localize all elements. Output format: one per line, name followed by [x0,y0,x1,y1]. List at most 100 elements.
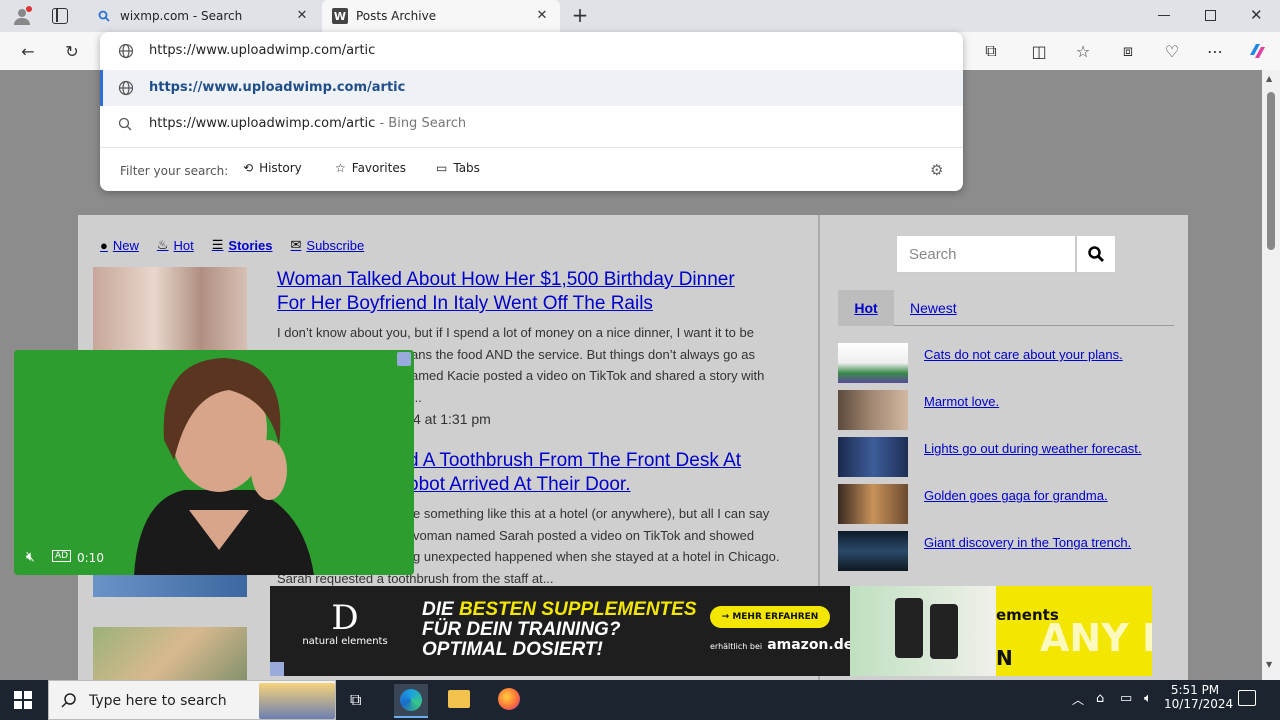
site-favicon: W [332,8,348,24]
sidebar-item[interactable]: Lights go out during weather forecast. [838,437,1178,477]
show-hidden-icons[interactable]: ︿ [1072,691,1084,708]
sidebar-item[interactable]: Giant discovery in the Tonga trench. [838,531,1178,571]
story-thumbnail[interactable] [93,267,247,351]
posts-nav: ● New ♨ Hot ☰ Stories ✉ Subscribe [100,237,364,253]
settings-more-icon[interactable]: ⋯ [1204,40,1226,62]
close-tab-icon[interactable]: ✕ [294,8,310,24]
edge-taskbar-icon[interactable] [394,684,428,718]
search-highlight-icon [259,683,335,719]
globe-icon [118,80,134,100]
suggestion-url[interactable]: https://www.uploadwimp.com/artic [100,70,963,106]
nav-subscribe[interactable]: ✉ Subscribe [291,237,365,253]
story-date: 4 at 1:31 pm [413,411,491,427]
item-thumbnail [838,390,908,430]
item-thumbnail [838,343,908,383]
banner-ad[interactable]: D natural elements DIE BESTEN SUPPLEMENT… [270,586,1152,676]
brand-logo: D natural elements [300,600,390,647]
address-text: https://www.uploadwimp.com/artic [149,43,376,58]
more-info-button[interactable]: → MEHR ERFAHREN [710,606,830,628]
sidebar-search-input[interactable]: Search [896,235,1076,273]
taskbar-clock[interactable]: 5:51 PM 10/17/2024 [1164,683,1233,711]
anyrun-watermark: ANY RUN [1040,616,1152,660]
back-icon[interactable]: ← [17,40,39,62]
story-thumbnail[interactable] [93,627,247,680]
network-icon[interactable]: ⌂ [1096,691,1104,706]
ad-choices-icon[interactable] [397,352,411,366]
sidebar-item[interactable]: Cats do not care about your plans. [838,343,1178,383]
tab-strip: wixmp.com - Search ✕ W Posts Archive ✕ +… [0,0,1280,32]
start-button[interactable] [14,691,32,709]
list-icon: ☰ [211,237,224,252]
sidebar-tabs: Hot Newest [838,290,1174,326]
close-tab-icon[interactable]: ✕ [534,8,550,24]
taskbar-search[interactable]: Type here to search [48,680,336,720]
profile-icon[interactable] [12,6,32,26]
filter-tabs[interactable]: ▭ Tabs [436,161,480,175]
scroll-up-arrow[interactable]: ▲ [1266,74,1272,83]
refresh-icon[interactable]: ↻ [61,40,83,62]
ethernet-icon[interactable]: ▭ [1120,691,1132,706]
scroll-down-arrow[interactable]: ▼ [1266,660,1272,669]
extensions-icon[interactable]: ⧉ [980,40,1002,62]
file-explorer-icon[interactable] [448,690,470,708]
story-title[interactable]: Woman Talked About How Her $1,500 Birthd… [277,268,735,316]
close-window-button[interactable]: ✕ [1250,6,1263,24]
tab-title: wixmp.com - Search [120,9,243,23]
nav-new[interactable]: ● New [100,237,139,253]
sidebar-item[interactable]: Golden goes gaga for grandma. [838,484,1178,524]
search-filter-bar: Filter your search: ⟲ History ☆ Favorites … [100,147,963,191]
tabs-icon: ▭ [436,161,448,175]
new-tab-button[interactable]: + [570,4,590,26]
globe-icon [118,43,134,63]
tab-search[interactable]: wixmp.com - Search ✕ [86,0,320,32]
nav-stories[interactable]: ☰ Stories [212,237,273,253]
mail-icon: ✉ [290,237,302,252]
notification-icon[interactable] [1238,690,1256,706]
scrollbar-thumb[interactable] [1267,92,1275,250]
video-time: 0:10 [77,551,104,565]
address-bar[interactable]: https://www.uploadwimp.com/artic [100,32,963,70]
search-icon [61,692,77,712]
search-button[interactable] [1076,235,1116,273]
item-thumbnail [838,531,908,571]
item-thumbnail [838,437,908,477]
star-icon: ☆ [335,161,346,175]
product-image [850,586,996,676]
clock-icon: ● [100,237,108,253]
filter-history[interactable]: ⟲ History [243,161,302,175]
firefox-icon[interactable] [498,688,520,710]
split-screen-icon[interactable]: ◫ [1028,40,1050,62]
taskbar: Type here to search ⧉ ︿ ⌂ ▭ 🔈︎ 5:51 PM 1… [0,680,1280,720]
brand-mark-icon: D [331,598,359,638]
nav-hot[interactable]: ♨ Hot [157,237,194,253]
favorites-icon[interactable]: ☆ [1072,40,1094,62]
maximize-button[interactable] [1205,10,1216,21]
copilot-icon[interactable] [1246,40,1268,62]
gear-icon[interactable]: ⚙ [930,161,943,179]
mute-icon[interactable]: 🔇︎ [26,549,35,565]
collections-icon[interactable]: ⧈ [1117,40,1139,62]
filter-favorites[interactable]: ☆ Favorites [335,161,406,175]
banner-headline: DIE BESTEN SUPPLEMENTES FÜR DEIN TRAININ… [422,599,697,660]
story-title[interactable]: d A Toothbrush From The Front Desk At ob… [408,449,741,497]
tab-newest[interactable]: Newest [910,290,957,326]
item-thumbnail [838,484,908,524]
video-frame [14,350,414,575]
tab-posts-archive[interactable]: W Posts Archive ✕ [322,0,560,32]
suggestion-search[interactable]: https://www.uploadwimp.com/artic - Bing … [100,106,963,142]
volume-icon[interactable]: 🔈︎ [1144,691,1152,706]
sidebar-item[interactable]: Marmot love. [838,390,1178,430]
search-icon [1088,246,1104,262]
task-view-icon[interactable]: ⧉ [350,690,361,710]
minimize-button[interactable] [1158,15,1170,16]
tab-actions-icon[interactable] [52,8,68,24]
tab-hot[interactable]: Hot [838,290,894,326]
search-icon [96,8,112,24]
story-thumbnail[interactable] [93,575,247,597]
fire-icon: ♨ [156,237,169,252]
browser-essentials-icon[interactable]: ♡ [1161,40,1183,62]
banner-right-partial-2: N [996,646,1013,670]
video-ad[interactable]: 🔇︎ AD 0:10 [14,350,414,575]
page-scrollbar[interactable]: ▲ ▼ [1262,70,1280,680]
ad-choices-icon[interactable] [270,662,284,676]
